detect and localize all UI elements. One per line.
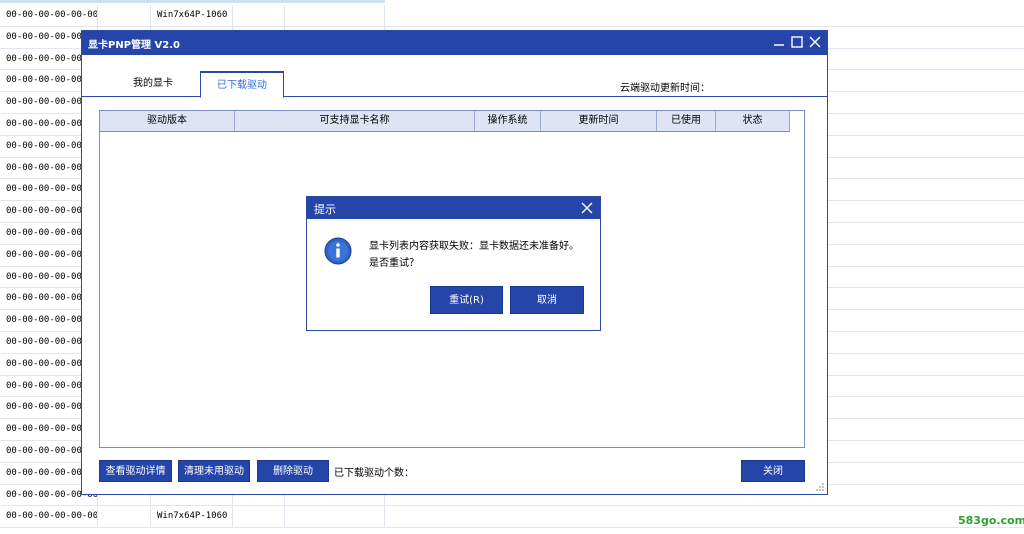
- view-driver-details-button[interactable]: 查看驱动详情: [99, 460, 172, 482]
- sheet-cell[interactable]: [98, 5, 151, 26]
- retry-button[interactable]: 重试(R): [430, 286, 503, 314]
- dialog-message-line1: 显卡列表内容获取失败：显卡数据还未准备好。: [369, 241, 579, 252]
- sheet-row: 00-00-00-00-00-00 Win7x64P-1060: [0, 506, 1024, 529]
- minimize-icon[interactable]: [771, 34, 787, 50]
- sheet-cell[interactable]: [98, 506, 151, 528]
- column-status[interactable]: 状态: [716, 111, 790, 131]
- close-button[interactable]: 关闭: [741, 460, 805, 482]
- clean-unused-drivers-button[interactable]: 清理未用驱动: [178, 460, 250, 482]
- dialog-message: 显卡列表内容获取失败：显卡数据还未准备好。 是否重试？: [369, 238, 594, 272]
- sheet-cell[interactable]: Win7x64P-1060: [151, 506, 233, 528]
- cancel-button[interactable]: 取消: [510, 286, 584, 314]
- sheet-cell[interactable]: [285, 5, 385, 26]
- tab-my-gpu[interactable]: 我的显卡: [116, 71, 190, 97]
- column-used[interactable]: 已使用: [657, 111, 716, 131]
- sheet-cell[interactable]: 00-00-00-00-00-00: [0, 506, 98, 528]
- sheet-header-strip: [0, 0, 385, 3]
- downloaded-driver-count-label: 已下载驱动个数：: [334, 468, 414, 479]
- dialog-close-icon[interactable]: [580, 201, 594, 215]
- dialog-message-line2: 是否重试？: [369, 258, 419, 269]
- sheet-row: 00-00-00-00-00-00 Win7x64P-1060: [0, 5, 1024, 27]
- maximize-icon[interactable]: [789, 34, 805, 50]
- sheet-cell[interactable]: Win7x64P-1060: [151, 5, 233, 26]
- delete-driver-button[interactable]: 删除驱动: [257, 460, 329, 482]
- watermark-text: 583go.com: [958, 514, 1024, 527]
- tab-downloaded-drivers[interactable]: 已下载驱动: [200, 71, 284, 98]
- column-os[interactable]: 操作系统: [475, 111, 541, 131]
- info-icon: [324, 237, 352, 265]
- tab-strip: 我的显卡 已下载驱动: [82, 71, 827, 98]
- window-title: 显卡PNP管理 V2.0: [88, 40, 180, 51]
- resize-grip-icon[interactable]: [816, 483, 824, 491]
- sheet-cell[interactable]: [233, 5, 285, 26]
- close-icon[interactable]: [807, 34, 823, 50]
- cloud-update-time-label: 云端驱动更新时间：: [620, 83, 710, 94]
- sheet-cell[interactable]: [285, 506, 385, 528]
- sheet-cell[interactable]: [233, 506, 285, 528]
- sheet-cell[interactable]: 00-00-00-00-00-00: [0, 5, 98, 26]
- window-title-bar[interactable]: 显卡PNP管理 V2.0: [82, 31, 827, 55]
- dialog-title-bar[interactable]: 提示: [307, 197, 600, 219]
- column-driver-version[interactable]: 驱动版本: [100, 111, 235, 131]
- dialog-title: 提示: [314, 203, 336, 216]
- column-update-time[interactable]: 更新时间: [541, 111, 657, 131]
- column-supported-gpu-name[interactable]: 可支持显卡名称: [235, 111, 475, 131]
- table-header: 驱动版本 可支持显卡名称 操作系统 更新时间 已使用 状态: [100, 111, 790, 132]
- prompt-dialog: 提示 显卡列表内容获取失败：显卡数据还未准备好。 是否重试？ 重试(R) 取消: [306, 196, 601, 331]
